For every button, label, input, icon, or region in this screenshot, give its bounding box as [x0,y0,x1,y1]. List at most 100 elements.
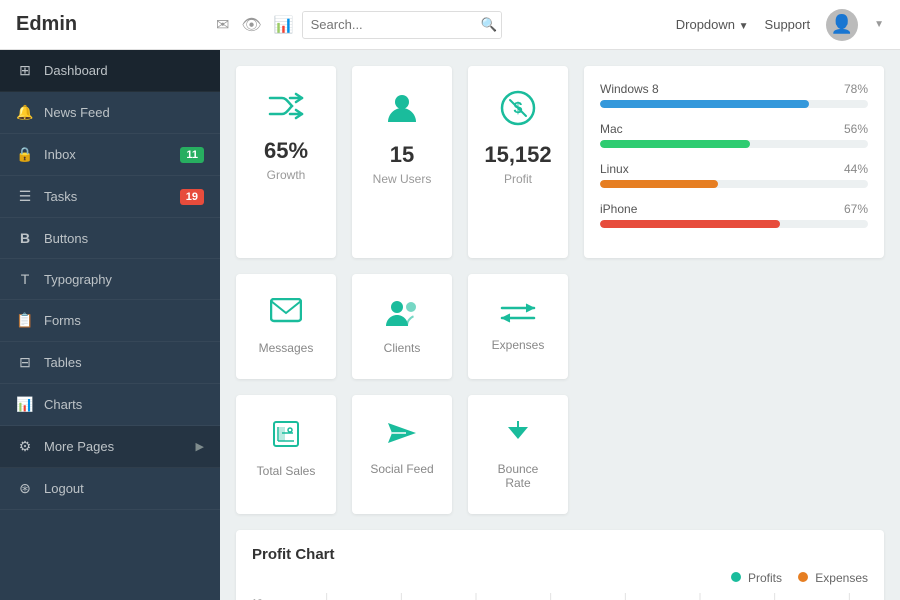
eye-icon[interactable]: 👁 [241,15,261,35]
search-bar: 🔍 [302,11,502,39]
newsfeed-icon: 🔔 [16,104,34,121]
sidebar-item-forms[interactable]: 📋 Forms [0,300,220,342]
sidebar-label-charts: Charts [44,397,204,412]
progress-bar-bg-linux [600,180,868,188]
logout-icon: ⊛ [16,480,34,497]
stat-card-profit: $ 15,152 Profit [468,66,568,258]
chart-legend: Profits Expenses [252,571,868,585]
email-icon[interactable]: ✉ [216,15,229,35]
sidebar-label-inbox: Inbox [44,147,170,162]
typography-icon: T [16,271,34,287]
sidebar-item-dashboard[interactable]: ⊞ Dashboard [0,50,220,92]
sidebar-item-typography[interactable]: T Typography [0,259,220,300]
progress-item-linux: Linux 44% [600,162,868,188]
main-content: 65% Growth 15 New Users [220,50,900,600]
stat-card-growth: 65% Growth [236,66,336,258]
buttons-icon: B [16,230,34,246]
chart-title: Profit Chart [252,546,868,563]
app-header: Edmin ✉ 👁 📊 🔍 Dropdown ▼ Support 👤 ▼ [0,0,900,50]
progress-card: Windows 8 78% Mac 56% [584,66,884,258]
icon-cards-row2-grid: Total Sales Social Feed [236,395,884,514]
inbox-icon: 🔒 [16,146,34,163]
more-pages-arrow: ▶ [196,440,204,453]
icon-card-messages[interactable]: Messages [236,274,336,379]
progress-pct-linux: 44% [844,162,868,176]
support-link[interactable]: Support [765,17,811,32]
sidebar-item-inbox[interactable]: 🔒 Inbox 11 [0,134,220,176]
sidebar-item-buttons[interactable]: B Buttons [0,218,220,259]
search-input[interactable] [303,12,473,37]
progress-label-iphone: iPhone [600,202,637,216]
total-sales-icon [252,419,320,456]
sidebar-item-news-feed[interactable]: 🔔 News Feed [0,92,220,134]
progress-pct-windows8: 78% [844,82,868,96]
sidebar-item-logout[interactable]: ⊛ Logout [0,468,220,510]
inbox-badge: 11 [180,147,204,163]
sidebar-item-charts[interactable]: 📊 Charts [0,384,220,426]
charts-icon: 📊 [16,396,34,413]
progress-item-iphone: iPhone 67% [600,202,868,228]
sidebar-item-tables[interactable]: ⊟ Tables [0,342,220,384]
app-layout: ⊞ Dashboard 🔔 News Feed 🔒 Inbox 11 ☰ Tas… [0,50,900,600]
expenses-icon [484,298,552,330]
icon-cards-row1: Messages Clients [236,274,884,379]
bounce-rate-icon [484,419,552,454]
sidebar-label-logout: Logout [44,481,204,496]
search-button[interactable]: 🔍 [473,12,502,38]
sidebar-item-tasks[interactable]: ☰ Tasks 19 [0,176,220,218]
progress-label-windows8: Windows 8 [600,82,659,96]
icon-card-expenses[interactable]: Expenses [468,274,568,379]
clients-label: Clients [368,341,436,355]
sidebar-label-news-feed: News Feed [44,105,204,120]
legend-profits: Profits [731,571,782,585]
messages-label: Messages [252,341,320,355]
chart-svg: 16 14 12 10 [252,593,868,600]
users-label: New Users [368,172,436,186]
dashboard-icon: ⊞ [16,62,34,79]
users-value: 15 [368,142,436,168]
tasks-icon: ☰ [16,188,34,205]
forms-icon: 📋 [16,312,34,329]
profit-value: 15,152 [484,142,552,168]
progress-bar-fill-linux [600,180,718,188]
sidebar-label-more-pages: More Pages [44,439,186,454]
sidebar-label-dashboard: Dashboard [44,63,204,78]
growth-icon [252,90,320,130]
progress-item-windows8: Windows 8 78% [600,82,868,108]
progress-pct-mac: 56% [844,122,868,136]
progress-pct-iphone: 67% [844,202,868,216]
progress-item-mac: Mac 56% [600,122,868,148]
users-icon [368,90,436,134]
messages-icon [252,298,320,333]
sidebar-item-more-pages[interactable]: ⚙ More Pages ▶ [0,426,220,468]
legend-expenses: Expenses [798,571,868,585]
avatar-icon: 👤 [831,14,853,35]
dropdown-button[interactable]: Dropdown ▼ [676,17,749,32]
stats-row: 65% Growth 15 New Users [236,66,884,258]
progress-label-mac: Mac [600,122,623,136]
icon-card-total-sales[interactable]: Total Sales [236,395,336,514]
legend-dot-expenses [798,572,808,582]
bounce-rate-label: Bounce Rate [484,462,552,490]
clients-icon [368,298,436,333]
growth-value: 65% [252,138,320,164]
row2-right-placeholder [584,395,884,514]
icon-card-social-feed[interactable]: Social Feed [352,395,452,514]
brand-logo: Edmin [16,13,216,36]
progress-bar-fill-iphone [600,220,780,228]
icon-card-bounce-rate[interactable]: Bounce Rate [468,395,568,514]
avatar[interactable]: 👤 [826,9,858,41]
bar-chart-icon[interactable]: 📊 [274,15,294,35]
tables-icon: ⊟ [16,354,34,371]
total-sales-label: Total Sales [252,464,320,478]
legend-dot-profits [731,572,741,582]
legend-label-expenses: Expenses [815,571,868,585]
legend-label-profits: Profits [748,571,782,585]
sidebar: ⊞ Dashboard 🔔 News Feed 🔒 Inbox 11 ☰ Tas… [0,50,220,600]
avatar-arrow[interactable]: ▼ [874,19,884,30]
header-icons: ✉ 👁 📊 [216,15,294,35]
more-pages-icon: ⚙ [16,438,34,455]
icon-card-clients[interactable]: Clients [352,274,452,379]
growth-label: Growth [252,168,320,182]
profit-icon: $ [484,90,552,134]
